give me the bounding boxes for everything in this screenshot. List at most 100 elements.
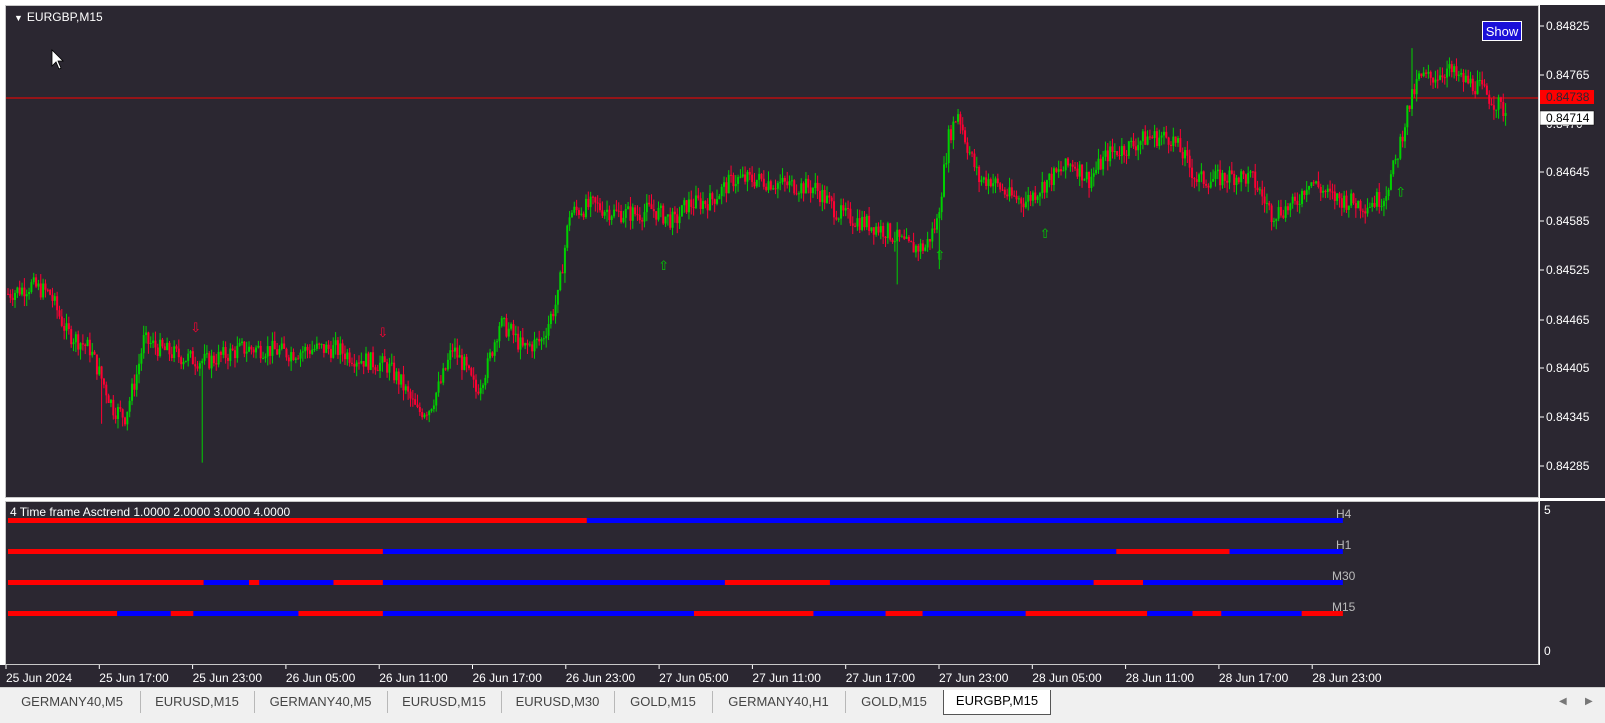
asctrend-indicator[interactable]: H4 H1 M30 M15 [6,502,1538,664]
candle-body [1375,192,1378,207]
tab-eurusd-m30[interactable]: EURUSD,M30 [501,691,615,713]
candle-body [1422,72,1425,77]
candle-body [540,339,543,342]
candle-body [1081,164,1084,181]
candle-body [737,177,740,184]
candle-body [879,226,882,233]
candle-body [486,358,489,378]
candle-body [1420,73,1423,77]
candle-body [765,186,768,191]
candle-body [596,202,599,204]
price-chart-pane[interactable]: ⇩ ⇩ ⇧ ⇧ ⇧ ⇧ ▼ EURGBP,M15 Show [5,5,1539,498]
candle-body [1221,172,1224,186]
candle-body [1137,144,1140,151]
candle-body [788,181,791,186]
candle-body [116,407,119,419]
candle-body [758,173,761,180]
candle-body [1088,171,1091,189]
candle-body [1008,187,1011,197]
candle-body [1310,182,1313,187]
tab-gold-m15[interactable]: GOLD,M15 [845,691,944,713]
candle-body [648,202,651,205]
trend-segment-m30 [333,580,383,585]
candle-body [210,355,213,369]
candle-body [985,177,988,187]
candle-body [786,181,789,186]
tab-germany40-h1[interactable]: GERMANY40,H1 [712,691,846,713]
candle-body [418,406,421,413]
candle-body [283,343,286,349]
price-scale[interactable]: 0.84825 0.84765 0.8470 0.84645 0.84585 0… [1539,5,1605,498]
candle-body [861,216,864,230]
price-label: 0.84825 [1546,19,1590,33]
candle-body [224,347,227,358]
tab-eurgbp-m15[interactable]: EURGBP,M15 [943,690,1051,715]
tab-scroll-left-icon[interactable]: ◀ [1559,696,1567,707]
candle-body [940,196,943,213]
time-label: 28 Jun 17:00 [1219,671,1289,685]
candle-body [1298,204,1301,206]
candle-body [154,340,157,348]
candle-body [28,291,31,295]
tab-germany40-m5[interactable]: GERMANY40,M5 [4,691,141,713]
candle-body [383,356,386,363]
buy-arrow-icon: ⇧ [934,247,945,262]
candle-body [1191,167,1194,179]
time-label: 27 Jun 05:00 [659,671,729,685]
indicator-pane[interactable]: 4 Time frame Asctrend 1.0000 2.0000 3.00… [5,501,1539,665]
candle-body [367,353,370,370]
candle-body [1097,158,1100,170]
candlestick-chart[interactable]: ⇩ ⇩ ⇧ ⇧ ⇧ ⇧ [6,6,1538,497]
time-axis[interactable]: 25 Jun 2024 25 Jun 17:00 25 Jun 23:00 26 Ju… [0,665,1605,687]
candle-body [514,333,517,336]
candle-body [671,211,674,228]
time-label: 27 Jun 11:00 [752,671,821,685]
candle-body [589,196,592,208]
tab-eurusd-m15[interactable]: EURUSD,M15 [387,691,502,713]
candle-body [1148,136,1151,138]
candle-body [318,343,321,345]
candle-body [58,310,61,317]
candle-body [828,195,831,198]
candle-body [439,381,442,383]
candle-body [1261,189,1264,197]
indicator-scale[interactable]: 5 0 [1540,501,1605,665]
candle-body [329,348,332,358]
candle-body [313,348,316,350]
candle-body [23,287,26,297]
show-button[interactable]: Show [1482,21,1522,41]
candle-body [1485,85,1488,95]
candle-body [245,351,248,354]
chart-title[interactable]: ▼ EURGBP,M15 [14,10,103,24]
time-label: 25 Jun 2024 [6,671,72,685]
candle-body [1418,73,1421,80]
candle-body [687,199,690,213]
tab-germany40-m5[interactable]: GERMANY40,M5 [254,691,388,713]
candle-body [790,180,793,182]
candle-body [1251,171,1254,173]
candle-body [1184,150,1187,159]
tab-gold-m15[interactable]: GOLD,M15 [614,691,713,713]
candle-body [774,188,777,190]
tab-eurusd-m15[interactable]: EURUSD,M15 [140,691,255,713]
candle-body [308,350,311,354]
candle-body [1188,155,1191,168]
candle-body [341,343,344,354]
candle-body [208,353,211,369]
candle-body [467,365,470,369]
candle-body [868,215,871,231]
collapse-triangle-icon[interactable]: ▼ [14,13,23,23]
candle-body [465,356,468,366]
candle-body [442,368,445,383]
candle-body [100,366,103,379]
candle-body [74,334,77,343]
candle-body [727,174,730,194]
candle-body [1254,171,1257,188]
candle-body [264,356,267,359]
tab-scroll-right-icon[interactable]: ▶ [1585,696,1593,707]
candle-body [72,342,75,345]
candle-body [896,229,899,242]
candle-body [402,374,405,391]
candle-body [1446,68,1449,78]
candle-body [1223,172,1226,181]
